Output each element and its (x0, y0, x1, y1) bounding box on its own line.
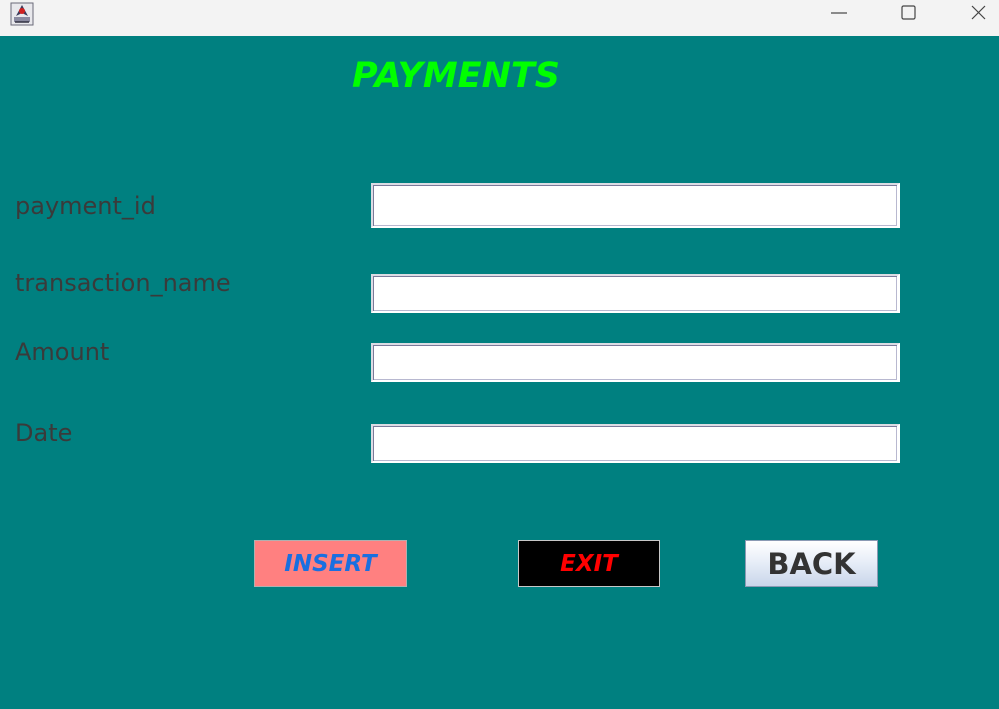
maximize-icon (901, 5, 916, 20)
minimize-icon (831, 12, 847, 14)
date-input[interactable] (371, 424, 900, 463)
payment-form-panel: PAYMENTS payment_id transaction_name Amo… (0, 36, 999, 709)
date-label: Date (15, 419, 73, 447)
transaction-name-label: transaction_name (15, 269, 231, 297)
amount-input[interactable] (371, 343, 900, 382)
close-button[interactable] (955, 0, 999, 30)
exit-button[interactable]: EXIT (518, 540, 660, 587)
title-bar (0, 0, 999, 36)
maximize-button[interactable] (885, 0, 931, 30)
minimize-button[interactable] (816, 0, 862, 30)
payment-id-input[interactable] (371, 183, 900, 228)
transaction-name-input[interactable] (371, 274, 900, 313)
close-icon (971, 5, 986, 20)
amount-label: Amount (15, 338, 110, 366)
insert-button[interactable]: INSERT (254, 540, 407, 587)
back-button[interactable]: BACK (745, 540, 878, 587)
java-app-icon[interactable] (10, 2, 36, 26)
page-title: PAYMENTS (352, 56, 560, 96)
payment-id-label: payment_id (15, 192, 156, 220)
